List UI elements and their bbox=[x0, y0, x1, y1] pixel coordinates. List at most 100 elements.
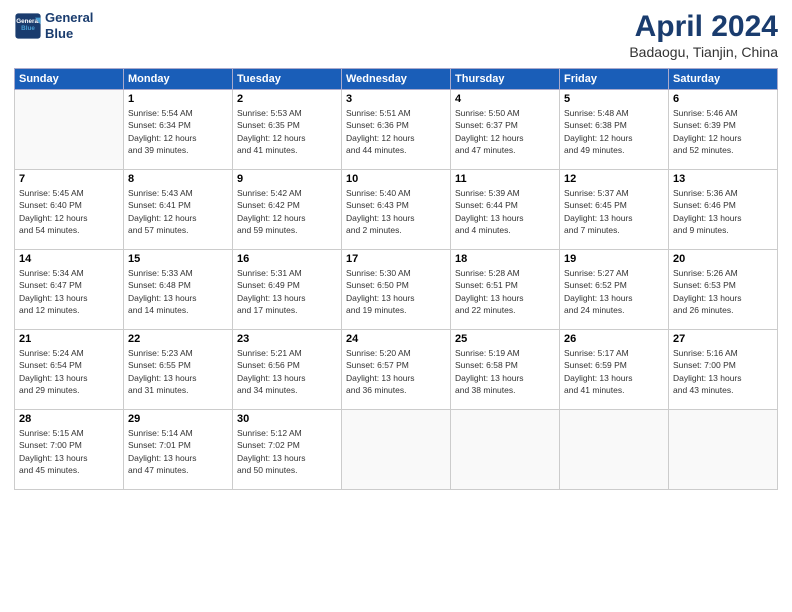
day-number: 20 bbox=[673, 253, 773, 265]
day-info: Sunrise: 5:34 AM Sunset: 6:47 PM Dayligh… bbox=[19, 267, 119, 316]
day-info: Sunrise: 5:24 AM Sunset: 6:54 PM Dayligh… bbox=[19, 347, 119, 396]
calendar-cell: 21 Sunrise: 5:24 AM Sunset: 6:54 PM Dayli… bbox=[15, 330, 124, 410]
day-info: Sunrise: 5:50 AM Sunset: 6:37 PM Dayligh… bbox=[455, 107, 555, 156]
weekday-header-wednesday: Wednesday bbox=[342, 69, 451, 90]
day-number: 26 bbox=[564, 333, 664, 345]
calendar-cell: 14 Sunrise: 5:34 AM Sunset: 6:47 PM Dayli… bbox=[15, 250, 124, 330]
calendar-cell: 28Sunrise: 5:15 AM Sunset: 7:00 PM Dayli… bbox=[15, 410, 124, 490]
day-number: 13 bbox=[673, 173, 773, 185]
week-row-4: 28Sunrise: 5:15 AM Sunset: 7:00 PM Dayli… bbox=[15, 410, 778, 490]
day-number: 16 bbox=[237, 253, 337, 265]
calendar-cell: 2 Sunrise: 5:53 AM Sunset: 6:35 PM Daylig… bbox=[233, 90, 342, 170]
weekday-header-friday: Friday bbox=[560, 69, 669, 90]
day-info: Sunrise: 5:43 AM Sunset: 6:41 PM Dayligh… bbox=[128, 187, 228, 236]
day-number: 8 bbox=[128, 173, 228, 185]
day-info: Sunrise: 5:21 AM Sunset: 6:56 PM Dayligh… bbox=[237, 347, 337, 396]
calendar: SundayMondayTuesdayWednesdayThursdayFrid… bbox=[14, 68, 778, 490]
logo: General Blue General Blue bbox=[14, 10, 93, 41]
day-number: 14 bbox=[19, 253, 119, 265]
weekday-header-sunday: Sunday bbox=[15, 69, 124, 90]
logo-line2: Blue bbox=[45, 26, 93, 42]
calendar-cell: 16 Sunrise: 5:31 AM Sunset: 6:49 PM Dayli… bbox=[233, 250, 342, 330]
weekday-header-thursday: Thursday bbox=[451, 69, 560, 90]
logo-line1: General bbox=[45, 10, 93, 26]
day-number: 1 bbox=[128, 93, 228, 105]
day-info: Sunrise: 5:23 AM Sunset: 6:55 PM Dayligh… bbox=[128, 347, 228, 396]
header: General Blue General Blue April 2024 Bad… bbox=[14, 10, 778, 60]
calendar-cell: 9Sunrise: 5:42 AM Sunset: 6:42 PM Daylig… bbox=[233, 170, 342, 250]
calendar-cell: 12 Sunrise: 5:37 AM Sunset: 6:45 PM Dayli… bbox=[560, 170, 669, 250]
weekday-header-tuesday: Tuesday bbox=[233, 69, 342, 90]
day-info: Sunrise: 5:54 AM Sunset: 6:34 PM Dayligh… bbox=[128, 107, 228, 156]
day-info: Sunrise: 5:16 AM Sunset: 7:00 PM Dayligh… bbox=[673, 347, 773, 396]
day-number: 22 bbox=[128, 333, 228, 345]
day-number: 2 bbox=[237, 93, 337, 105]
calendar-cell: 29 Sunrise: 5:14 AM Sunset: 7:01 PM Dayli… bbox=[124, 410, 233, 490]
day-number: 23 bbox=[237, 333, 337, 345]
day-number: 27 bbox=[673, 333, 773, 345]
calendar-cell bbox=[342, 410, 451, 490]
day-info: Sunrise: 5:53 AM Sunset: 6:35 PM Dayligh… bbox=[237, 107, 337, 156]
day-info: Sunrise: 5:46 AM Sunset: 6:39 PM Dayligh… bbox=[673, 107, 773, 156]
day-number: 24 bbox=[346, 333, 446, 345]
day-info: Sunrise: 5:28 AM Sunset: 6:51 PM Dayligh… bbox=[455, 267, 555, 316]
day-info: Sunrise: 5:33 AM Sunset: 6:48 PM Dayligh… bbox=[128, 267, 228, 316]
day-info: Sunrise: 5:12 AM Sunset: 7:02 PM Dayligh… bbox=[237, 427, 337, 476]
week-row-0: 1 Sunrise: 5:54 AM Sunset: 6:34 PM Daylig… bbox=[15, 90, 778, 170]
calendar-cell: 15 Sunrise: 5:33 AM Sunset: 6:48 PM Dayli… bbox=[124, 250, 233, 330]
day-number: 12 bbox=[564, 173, 664, 185]
day-number: 30 bbox=[237, 413, 337, 425]
day-info: Sunrise: 5:26 AM Sunset: 6:53 PM Dayligh… bbox=[673, 267, 773, 316]
calendar-cell: 18 Sunrise: 5:28 AM Sunset: 6:51 PM Dayli… bbox=[451, 250, 560, 330]
day-info: Sunrise: 5:40 AM Sunset: 6:43 PM Dayligh… bbox=[346, 187, 446, 236]
day-number: 21 bbox=[19, 333, 119, 345]
week-row-3: 21 Sunrise: 5:24 AM Sunset: 6:54 PM Dayli… bbox=[15, 330, 778, 410]
day-info: Sunrise: 5:30 AM Sunset: 6:50 PM Dayligh… bbox=[346, 267, 446, 316]
weekday-header-monday: Monday bbox=[124, 69, 233, 90]
day-number: 28 bbox=[19, 413, 119, 425]
calendar-cell: 19Sunrise: 5:27 AM Sunset: 6:52 PM Dayli… bbox=[560, 250, 669, 330]
week-row-2: 14 Sunrise: 5:34 AM Sunset: 6:47 PM Dayli… bbox=[15, 250, 778, 330]
calendar-cell: 26Sunrise: 5:17 AM Sunset: 6:59 PM Dayli… bbox=[560, 330, 669, 410]
day-info: Sunrise: 5:51 AM Sunset: 6:36 PM Dayligh… bbox=[346, 107, 446, 156]
day-number: 29 bbox=[128, 413, 228, 425]
calendar-cell: 25Sunrise: 5:19 AM Sunset: 6:58 PM Dayli… bbox=[451, 330, 560, 410]
calendar-cell: 6Sunrise: 5:46 AM Sunset: 6:39 PM Daylig… bbox=[669, 90, 778, 170]
week-row-1: 7 Sunrise: 5:45 AM Sunset: 6:40 PM Daylig… bbox=[15, 170, 778, 250]
title-block: April 2024 Badaogu, Tianjin, China bbox=[629, 10, 778, 60]
day-info: Sunrise: 5:37 AM Sunset: 6:45 PM Dayligh… bbox=[564, 187, 664, 236]
day-number: 18 bbox=[455, 253, 555, 265]
calendar-cell bbox=[15, 90, 124, 170]
day-number: 4 bbox=[455, 93, 555, 105]
day-info: Sunrise: 5:19 AM Sunset: 6:58 PM Dayligh… bbox=[455, 347, 555, 396]
day-number: 17 bbox=[346, 253, 446, 265]
day-info: Sunrise: 5:31 AM Sunset: 6:49 PM Dayligh… bbox=[237, 267, 337, 316]
calendar-cell: 23 Sunrise: 5:21 AM Sunset: 6:56 PM Dayli… bbox=[233, 330, 342, 410]
calendar-cell: 13 Sunrise: 5:36 AM Sunset: 6:46 PM Dayli… bbox=[669, 170, 778, 250]
calendar-cell: 17 Sunrise: 5:30 AM Sunset: 6:50 PM Dayli… bbox=[342, 250, 451, 330]
calendar-cell: 11 Sunrise: 5:39 AM Sunset: 6:44 PM Dayli… bbox=[451, 170, 560, 250]
day-info: Sunrise: 5:45 AM Sunset: 6:40 PM Dayligh… bbox=[19, 187, 119, 236]
day-number: 7 bbox=[19, 173, 119, 185]
calendar-cell: 22 Sunrise: 5:23 AM Sunset: 6:55 PM Dayli… bbox=[124, 330, 233, 410]
calendar-cell: 20 Sunrise: 5:26 AM Sunset: 6:53 PM Dayli… bbox=[669, 250, 778, 330]
calendar-cell: 10 Sunrise: 5:40 AM Sunset: 6:43 PM Dayli… bbox=[342, 170, 451, 250]
day-number: 9 bbox=[237, 173, 337, 185]
day-info: Sunrise: 5:20 AM Sunset: 6:57 PM Dayligh… bbox=[346, 347, 446, 396]
day-info: Sunrise: 5:14 AM Sunset: 7:01 PM Dayligh… bbox=[128, 427, 228, 476]
calendar-cell: 30 Sunrise: 5:12 AM Sunset: 7:02 PM Dayli… bbox=[233, 410, 342, 490]
weekday-header-row: SundayMondayTuesdayWednesdayThursdayFrid… bbox=[15, 69, 778, 90]
calendar-cell: 4 Sunrise: 5:50 AM Sunset: 6:37 PM Daylig… bbox=[451, 90, 560, 170]
day-number: 10 bbox=[346, 173, 446, 185]
day-info: Sunrise: 5:36 AM Sunset: 6:46 PM Dayligh… bbox=[673, 187, 773, 236]
day-info: Sunrise: 5:48 AM Sunset: 6:38 PM Dayligh… bbox=[564, 107, 664, 156]
day-number: 5 bbox=[564, 93, 664, 105]
day-number: 11 bbox=[455, 173, 555, 185]
day-number: 15 bbox=[128, 253, 228, 265]
calendar-cell: 8 Sunrise: 5:43 AM Sunset: 6:41 PM Daylig… bbox=[124, 170, 233, 250]
logo-icon: General Blue bbox=[14, 12, 42, 40]
weekday-header-saturday: Saturday bbox=[669, 69, 778, 90]
calendar-cell: 3Sunrise: 5:51 AM Sunset: 6:36 PM Daylig… bbox=[342, 90, 451, 170]
day-info: Sunrise: 5:39 AM Sunset: 6:44 PM Dayligh… bbox=[455, 187, 555, 236]
calendar-cell bbox=[560, 410, 669, 490]
